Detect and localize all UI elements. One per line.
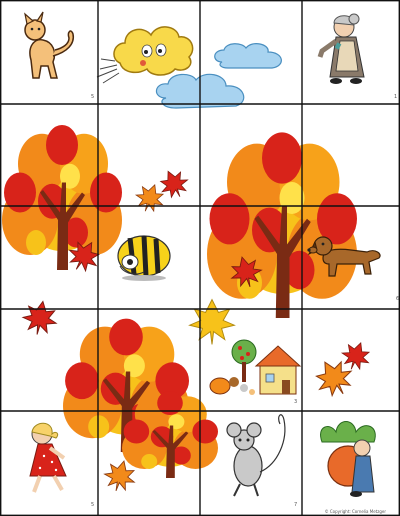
autumn-leaf-illustration bbox=[154, 164, 194, 204]
giant-turnip-illustration bbox=[320, 421, 376, 497]
cell-number: 6 bbox=[396, 296, 400, 302]
cell-number: 5 bbox=[91, 502, 95, 508]
autumn-leaf-illustration bbox=[131, 179, 169, 217]
grandmother-illustration bbox=[317, 13, 365, 84]
bee-bot-robot-illustration bbox=[117, 235, 171, 281]
autumn-leaf-illustration bbox=[188, 298, 236, 346]
cat-illustration bbox=[24, 11, 75, 79]
cell-number: 7 bbox=[294, 502, 298, 508]
autumn-leaf-illustration bbox=[19, 297, 61, 339]
girl-illustration bbox=[29, 422, 67, 493]
autumn-tree-illustration bbox=[2, 125, 122, 270]
game-board bbox=[0, 0, 400, 516]
autumn-tree-illustration bbox=[207, 132, 357, 318]
copyright-text: © Copyright: Cornelia Metzger bbox=[324, 509, 386, 514]
cell-number: 5 bbox=[91, 94, 95, 100]
cell-number: 1 bbox=[394, 94, 398, 100]
house-with-animals-illustration bbox=[209, 339, 302, 395]
cell-number: 3 bbox=[294, 399, 298, 405]
mouse-illustration bbox=[226, 414, 286, 497]
autumn-leaf-illustration bbox=[337, 337, 375, 375]
